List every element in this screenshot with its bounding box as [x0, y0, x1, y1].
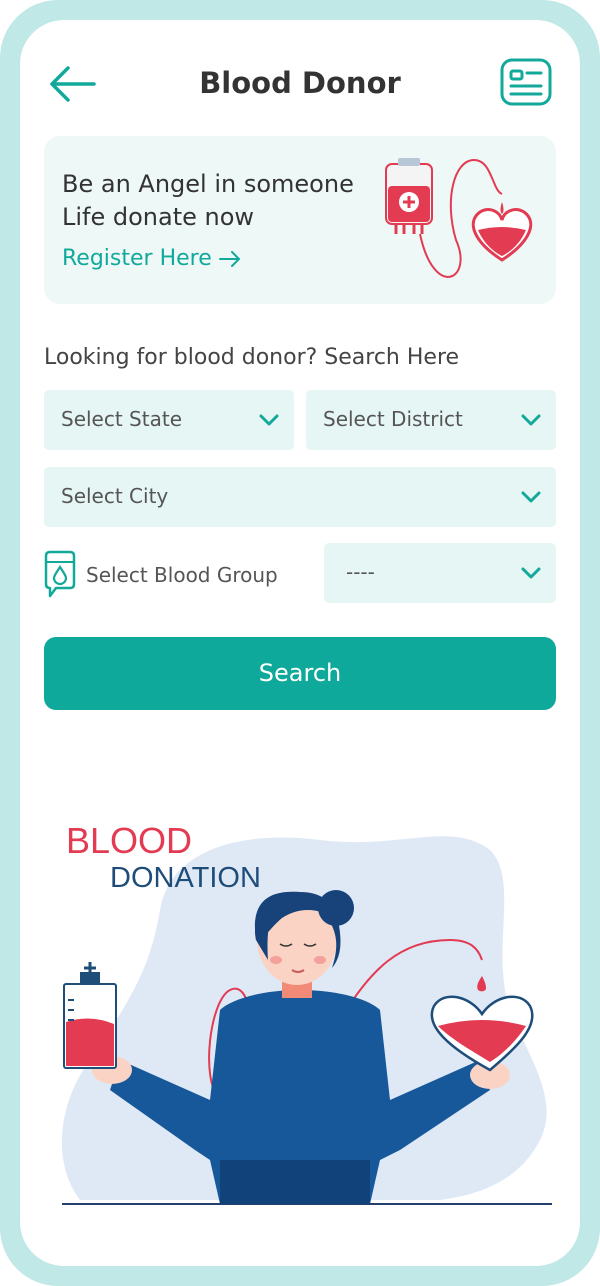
id-card-icon: [500, 58, 552, 106]
register-link[interactable]: Register Here: [62, 246, 242, 271]
district-select-value: Select District: [323, 407, 463, 431]
state-select[interactable]: Select State: [44, 390, 294, 450]
donor-card-button[interactable]: [500, 58, 552, 106]
city-select[interactable]: Select City: [44, 467, 556, 527]
blood-group-select-value: ----: [346, 560, 375, 584]
app-screen: Blood Donor Be an Angel in someone Life …: [20, 20, 580, 1266]
donate-banner: Be an Angel in someone Life donate now R…: [44, 136, 556, 304]
page-title: Blood Donor: [199, 66, 401, 100]
chevron-down-icon: [521, 414, 541, 426]
banner-headline-line1: Be an Angel in someone: [62, 170, 354, 198]
device-frame: Blood Donor Be an Angel in someone Life …: [0, 0, 600, 1286]
city-select-value: Select City: [61, 484, 169, 508]
blood-group-select[interactable]: ----: [324, 543, 556, 603]
blood-heading: BLOOD: [66, 820, 193, 861]
register-link-label: Register Here: [62, 246, 212, 271]
blood-drop-icon: [44, 550, 76, 598]
state-select-value: Select State: [61, 407, 182, 431]
district-select[interactable]: Select District: [306, 390, 556, 450]
banner-headline-line2: Life donate now: [62, 203, 255, 231]
chevron-down-icon: [521, 567, 541, 579]
blood-group-label-text: Select Blood Group: [86, 563, 278, 587]
search-section-label: Looking for blood donor? Search Here: [44, 345, 460, 370]
donation-heading: DONATION: [110, 862, 261, 894]
search-button[interactable]: Search: [44, 637, 556, 710]
chevron-down-icon: [521, 491, 541, 503]
blood-donation-illustration: [61, 836, 552, 1205]
blood-bag-heart-illustration: [385, 158, 533, 278]
chevron-down-icon: [259, 414, 279, 426]
arrow-right-icon: [218, 251, 240, 267]
